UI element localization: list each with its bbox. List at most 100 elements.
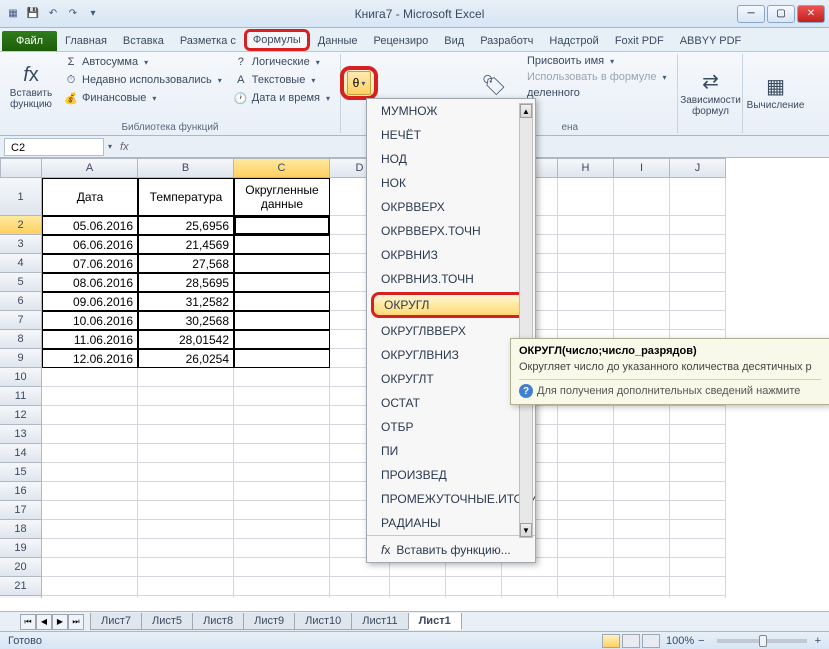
cell-H14[interactable] [558,444,614,463]
cell-A13[interactable] [42,425,138,444]
cell-C12[interactable] [234,406,330,425]
cell-B2[interactable]: 25,6956 [138,216,234,235]
cell-I20[interactable] [614,558,670,577]
sheet-nav-next[interactable]: ▶ [52,614,68,630]
cell-C14[interactable] [234,444,330,463]
tab-file[interactable]: Файл [2,31,57,51]
cell-C19[interactable] [234,539,330,558]
cell-E22[interactable] [390,596,446,598]
cell-J7[interactable] [670,311,726,330]
cell-J5[interactable] [670,273,726,292]
recent-button[interactable]: ⏱Недавно использовались [60,72,226,88]
cell-J16[interactable] [670,482,726,501]
cell-B17[interactable] [138,501,234,520]
from-selection-button[interactable]: деленного [523,86,671,100]
tab-developer[interactable]: Разработч [472,31,541,51]
row-header-17[interactable]: 17 [0,501,42,520]
cell-H21[interactable] [558,577,614,596]
cell-A8[interactable]: 11.06.2016 [42,330,138,349]
cell-C5[interactable] [234,273,330,292]
sheet-tab-Лист7[interactable]: Лист7 [90,613,142,630]
cell-H17[interactable] [558,501,614,520]
zoom-in-button[interactable]: + [815,635,821,647]
cell-J21[interactable] [670,577,726,596]
cell-A2[interactable]: 05.06.2016 [42,216,138,235]
cell-C2[interactable] [234,216,330,235]
cell-J15[interactable] [670,463,726,482]
cell-J6[interactable] [670,292,726,311]
dropdown-item-НОК[interactable]: НОК [367,171,535,195]
tab-foxit[interactable]: Foxit PDF [607,31,672,51]
cell-H22[interactable] [558,596,614,598]
cell-B21[interactable] [138,577,234,596]
cell-H13[interactable] [558,425,614,444]
minimize-button[interactable]: ─ [737,5,765,23]
cell-C4[interactable] [234,254,330,273]
tab-review[interactable]: Рецензиро [366,31,437,51]
close-button[interactable]: ✕ [797,5,825,23]
save-icon[interactable]: 💾 [24,5,42,23]
cell-J2[interactable] [670,216,726,235]
row-header-4[interactable]: 4 [0,254,42,273]
cell-C18[interactable] [234,520,330,539]
view-normal[interactable] [602,634,620,648]
cell-C17[interactable] [234,501,330,520]
cell-A18[interactable] [42,520,138,539]
cell-B16[interactable] [138,482,234,501]
dropdown-scrollbar[interactable]: ▲ ▼ [519,103,533,538]
cell-A6[interactable]: 09.06.2016 [42,292,138,311]
cell-B14[interactable] [138,444,234,463]
cell-H20[interactable] [558,558,614,577]
row-header-10[interactable]: 10 [0,368,42,387]
cell-J12[interactable] [670,406,726,425]
cell-B3[interactable]: 21,4569 [138,235,234,254]
cell-J14[interactable] [670,444,726,463]
cell-H5[interactable] [558,273,614,292]
cell-J18[interactable] [670,520,726,539]
row-header-6[interactable]: 6 [0,292,42,311]
cell-H4[interactable] [558,254,614,273]
tab-formulas[interactable]: Формулы [244,29,310,51]
sheet-nav-prev[interactable]: ◀ [36,614,52,630]
cell-B20[interactable] [138,558,234,577]
cell-I14[interactable] [614,444,670,463]
cell-A1[interactable]: Дата [42,178,138,216]
dropdown-item-ОТБР[interactable]: ОТБР [367,415,535,439]
sheet-tab-Лист1[interactable]: Лист1 [408,613,462,630]
dropdown-item-ПРОИЗВЕД[interactable]: ПРОИЗВЕД [367,463,535,487]
dropdown-item-ПИ[interactable]: ПИ [367,439,535,463]
cell-C6[interactable] [234,292,330,311]
row-header-11[interactable]: 11 [0,387,42,406]
cell-A21[interactable] [42,577,138,596]
col-header-B[interactable]: B [138,158,234,178]
cell-J20[interactable] [670,558,726,577]
sheet-tab-Лист5[interactable]: Лист5 [141,613,193,630]
dropdown-item-НОД[interactable]: НОД [367,147,535,171]
dropdown-item-ОКРВВЕРХ[interactable]: ОКРВВЕРХ [367,195,535,219]
cell-J19[interactable] [670,539,726,558]
cell-H18[interactable] [558,520,614,539]
cell-A14[interactable] [42,444,138,463]
sheet-tab-Лист8[interactable]: Лист8 [192,613,244,630]
cell-B10[interactable] [138,368,234,387]
row-header-7[interactable]: 7 [0,311,42,330]
cell-I1[interactable] [614,178,670,216]
cell-I4[interactable] [614,254,670,273]
view-pagebreak[interactable] [642,634,660,648]
cell-C8[interactable] [234,330,330,349]
cell-C16[interactable] [234,482,330,501]
cell-J4[interactable] [670,254,726,273]
cell-I2[interactable] [614,216,670,235]
cell-B9[interactable]: 26,0254 [138,349,234,368]
zoom-thumb[interactable] [759,635,767,647]
sheet-nav-first[interactable]: ⏮ [20,614,36,630]
cell-I3[interactable] [614,235,670,254]
dropdown-item-ОКРУГЛ[interactable]: ОКРУГЛ [371,292,531,318]
cell-C20[interactable] [234,558,330,577]
cell-J3[interactable] [670,235,726,254]
cell-I19[interactable] [614,539,670,558]
dropdown-item-МУМНОЖ[interactable]: МУМНОЖ [367,99,535,123]
tab-abbyy[interactable]: ABBYY PDF [672,31,750,51]
name-box[interactable]: C2 [4,138,104,156]
cell-B22[interactable] [138,596,234,598]
